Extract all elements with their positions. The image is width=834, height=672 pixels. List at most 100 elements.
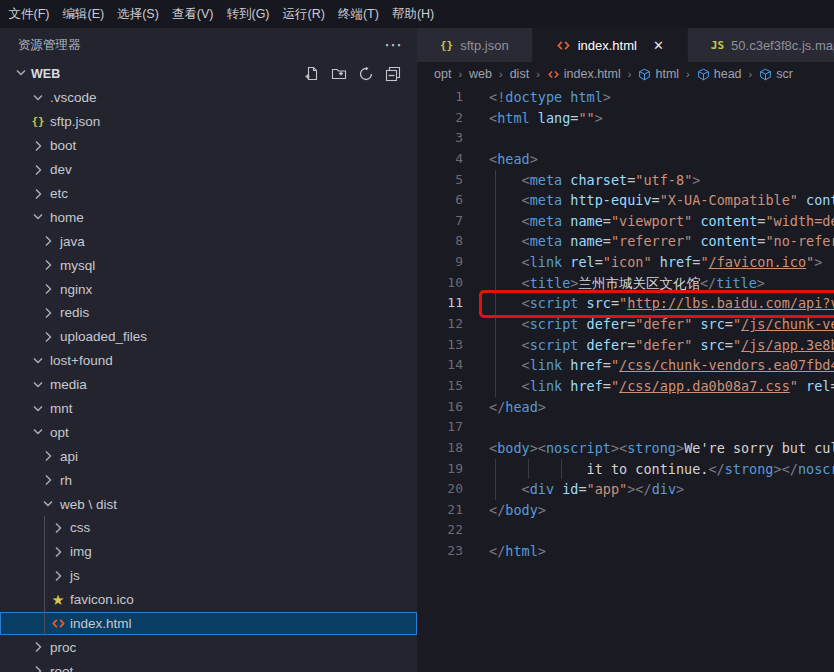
tree-item-nginx[interactable]: nginx [0,277,417,301]
chevron-right-icon [30,186,46,202]
breadcrumb-item-opt[interactable]: opt [434,67,451,81]
chevron-right-icon [50,544,66,560]
line-number: 3 [417,128,463,149]
tree-item-mysql[interactable]: mysql [0,253,417,277]
code-line-23: 23</html> [417,541,834,562]
line-number: 4 [417,149,463,170]
chevron-right-icon [50,520,66,536]
menu-item-edit[interactable]: 编辑(E) [56,6,111,23]
line-number: 8 [417,231,463,252]
tree-item-home[interactable]: home [0,205,417,229]
symbol-cube-icon [638,68,651,81]
line-number: 20 [417,479,463,500]
new-folder-icon[interactable] [331,66,347,82]
tree-indent-guide [44,516,45,636]
tree-item-api[interactable]: api [0,444,417,468]
json-icon: {} [31,115,44,128]
menu-item-selection[interactable]: 选择(S) [111,6,166,23]
tree-item-boot[interactable]: boot [0,134,417,158]
code-line-4: 4<head> [417,149,834,170]
workspace-row[interactable]: WEB [0,62,417,86]
menu-item-run[interactable]: 运行(R) [276,6,331,23]
breadcrumb-separator: › [686,68,690,80]
tree-item-js[interactable]: js [0,564,417,588]
menu-bar: 文件(F)编辑(E)选择(S)查看(V)转到(G)运行(R)终端(T)帮助(H) [0,0,834,28]
chevron-right-icon [40,472,56,488]
symbol-cube-icon [759,68,772,81]
collapse-all-icon[interactable] [385,66,401,82]
tree-item-root[interactable]: root [0,659,417,672]
tree-item-web-dist[interactable]: web \ dist [0,492,417,516]
line-number: 23 [417,541,463,562]
line-number: 13 [417,335,463,356]
breadcrumb-item-head[interactable]: head [697,67,742,81]
close-icon[interactable]: ✕ [653,38,664,53]
breadcrumb-item-html[interactable]: html [638,67,679,81]
line-number: 11 [417,293,463,314]
new-file-icon[interactable] [304,66,320,82]
breadcrumb-item-web[interactable]: web [469,67,492,81]
tree-item-css[interactable]: css [0,516,417,540]
tree-item-media[interactable]: media [0,373,417,397]
breadcrumb-separator: › [628,68,632,80]
code-line-7: 7 <meta name="viewport" content="width=d… [417,211,834,232]
tree-item-img[interactable]: img [0,540,417,564]
breadcrumb-separator: › [749,68,753,80]
code-line-21: 21</body> [417,500,834,521]
file-tree: .vscode{}sftp.jsonbootdevetchomejavamysq… [0,86,417,672]
tab-sftp-json[interactable]: {}sftp.json [417,28,532,62]
line-number: 16 [417,397,463,418]
tab-js-map[interactable]: JS50.c3ef3f8c.js.map [688,28,834,62]
editor-tabs: {}sftp.jsonindex.html✕JS50.c3ef3f8c.js.m… [417,28,834,62]
tree-item-uploaded-files[interactable]: uploaded_files [0,325,417,349]
tab-index-html[interactable]: index.html✕ [533,28,687,62]
tree-item--vscode[interactable]: .vscode [0,86,417,110]
tree-item-opt[interactable]: opt [0,420,417,444]
tree-item-index-html[interactable]: index.html [0,612,417,636]
tree-item-dev[interactable]: dev [0,158,417,182]
code-line-22: 22 [417,520,834,541]
breadcrumb-item-scr[interactable]: scr [759,67,793,81]
breadcrumb-item-index-html[interactable]: index.html [547,67,621,81]
code-line-19: 19 it to continue.</strong></noscript> [417,459,834,480]
menu-item-help[interactable]: 帮助(H) [385,6,440,23]
explorer-sidebar: 资源管理器 ⋯ WEB .vscode{}sftp.jsonbootdevetc… [0,28,417,672]
tree-item-sftp-json[interactable]: {}sftp.json [0,110,417,134]
tree-item-etc[interactable]: etc [0,182,417,206]
tree-item-mnt[interactable]: mnt [0,397,417,421]
code-line-9: 9 <link rel="icon" href="/favicon.ico"> [417,252,834,273]
chevron-right-icon [40,257,56,273]
tree-item-java[interactable]: java [0,229,417,253]
tree-item-favicon-ico[interactable]: ★favicon.ico [0,588,417,612]
line-number: 15 [417,376,463,397]
chevron-down-icon [30,90,46,106]
code-line-18: 18<body><noscript><strong>We're sorry bu… [417,438,834,459]
workspace-label: WEB [31,67,60,81]
more-actions-icon[interactable]: ⋯ [384,34,403,56]
symbol-cube-icon [697,68,710,81]
tree-item-lost-found[interactable]: lost+found [0,349,417,373]
chevron-down-icon [40,496,56,512]
breadcrumb-item-dist[interactable]: dist [510,67,529,81]
line-number: 22 [417,520,463,541]
chevron-right-icon [50,568,66,584]
explorer-title: 资源管理器 [18,37,81,54]
html-icon [556,38,571,53]
code-line-20: 20 <div id="app"></div> [417,479,834,500]
menu-item-file[interactable]: 文件(F) [2,6,56,23]
chevron-right-icon [40,233,56,249]
line-number: 5 [417,170,463,191]
menu-item-goto[interactable]: 转到(G) [220,6,276,23]
tree-item-rh[interactable]: rh [0,468,417,492]
code-line-5: 5 <meta charset="utf-8"> [417,170,834,191]
code-editor[interactable]: 1<!doctype html>2<html lang="">34<head>5… [417,86,834,672]
code-line-6: 6 <meta http-equiv="X-UA-Compatible" con… [417,190,834,211]
menu-item-view[interactable]: 查看(V) [165,6,220,23]
refresh-icon[interactable] [358,66,374,82]
menu-item-terminal[interactable]: 终端(T) [331,6,385,23]
chevron-right-icon [30,162,46,178]
tree-item-redis[interactable]: redis [0,301,417,325]
line-number: 10 [417,273,463,294]
tree-item-proc[interactable]: proc [0,635,417,659]
json-icon: {} [440,39,453,52]
